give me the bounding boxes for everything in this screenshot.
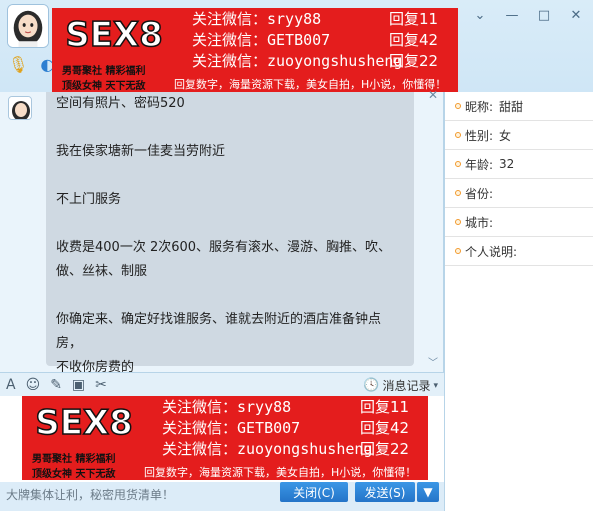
message-bubble: 空间有照片、密码520 我在侯家塘新一佳麦当劳附近 不上门服务 收费是400一次… [46, 92, 414, 375]
banner-line: 关注微信：zuoyongshusheng [162, 440, 373, 458]
banner-line: 关注微信：sryy88 [162, 398, 292, 416]
window-controls: ⌄ — □ ✕ [471, 6, 585, 24]
message-line: 我在侯家塘新一佳麦当劳附近 [56, 144, 226, 159]
profile-value: 32 [499, 157, 515, 171]
banner-replies: 回复11 回复42 回复22 [389, 9, 438, 72]
close-button[interactable]: ✕ [567, 6, 585, 24]
bullet-icon [455, 103, 461, 109]
profile-panel: 昵称: 甜甜 性别: 女 年龄: 32 省份: 城市: 个人说明: [444, 92, 593, 511]
message-line: 空间有照片、密码520 [56, 96, 185, 111]
banner-logo-sub: 男哥聚社 精彩福利 顶级女神 天下无敌 [62, 62, 145, 92]
banner-reply: 回复11 [360, 398, 410, 416]
top-tools: 🎙 ◐ [8, 55, 54, 74]
bullet-icon [455, 132, 461, 138]
message-line [56, 164, 404, 188]
banner-logo: SEX8 [60, 12, 168, 56]
chat-history[interactable]: 空间有照片、密码520 我在侯家塘新一佳麦当劳附近 不上门服务 收费是400一次… [0, 88, 444, 375]
logo-sub-4: 天下无敌 [105, 81, 146, 92]
maximize-button[interactable]: □ [535, 6, 553, 24]
logo-sub-3: 顶级女神 [32, 469, 72, 480]
profile-row-bio: 个人说明: [445, 237, 593, 266]
banner-replies: 回复11 回复42 回复22 [360, 397, 409, 460]
emoji-icon[interactable]: ☺ [26, 377, 41, 393]
profile-row-province: 省份: [445, 179, 593, 208]
message-line [56, 212, 404, 236]
message-line: 你确定来、确定好找谁服务、谁就去附近的酒店准备钟点房， [56, 312, 382, 351]
banner-line: 关注微信：GETB007 [192, 31, 331, 49]
edit-icon[interactable]: ✎ [50, 377, 62, 393]
profile-row-gender: 性别: 女 [445, 121, 593, 150]
image-icon[interactable]: ▣ [72, 377, 85, 393]
send-options-button[interactable]: ▼ [417, 482, 439, 502]
banner-lines: 关注微信：sryy88 关注微信：GETB007 关注微信：zuoyongshu… [162, 397, 372, 460]
logo-sub-2: 精彩福利 [75, 454, 116, 465]
banner-reply: 回复22 [389, 52, 439, 70]
message-log-label: 消息记录 [382, 379, 431, 393]
logo-sub-2: 精彩福利 [105, 66, 146, 77]
profile-label: 性别: [465, 128, 494, 143]
profile-label: 个人说明: [465, 244, 518, 259]
banner-logo: SEX8 [30, 400, 138, 444]
profile-label: 省份: [465, 186, 494, 201]
sender-avatar [8, 96, 32, 120]
bullet-icon [455, 219, 461, 225]
pin-icon[interactable]: ⌄ [471, 6, 489, 24]
message-log-button[interactable]: 🕓 消息记录 ▾ [363, 377, 438, 394]
clock-icon: 🕓 [363, 378, 380, 393]
message-line: 收费是400一次 2次600、服务有滚水、漫游、胸推、吹、 [56, 240, 392, 255]
chevron-down-icon: ▾ [433, 380, 438, 391]
font-icon[interactable]: A [6, 377, 16, 393]
message-line: 做、丝袜、制服 [56, 264, 148, 279]
avatar-illustration [8, 5, 48, 47]
logo-sub-1: 男哥聚社 [62, 66, 102, 77]
message-line [56, 116, 404, 140]
message-line: 不上门服务 [56, 192, 122, 207]
close-chat-button[interactable]: 关闭(C) [280, 482, 348, 502]
banner-lines: 关注微信：sryy88 关注微信：GETB007 关注微信：zuoyongshu… [192, 9, 402, 72]
profile-label: 昵称: [465, 99, 494, 114]
logo-sub-3: 顶级女神 [62, 81, 102, 92]
minimize-button[interactable]: — [503, 6, 521, 24]
profile-label: 城市: [465, 215, 494, 230]
collapse-icon[interactable]: ✕ [428, 88, 438, 102]
message-line [56, 284, 404, 308]
banner-line: 关注微信：GETB007 [162, 419, 301, 437]
banner-logo-text: SEX8 [35, 403, 133, 442]
banner-footer: 回复数字，海量资源下载，美女自拍，H小说，你懂得！ [174, 78, 447, 91]
banner-footer: 回复数字，海量资源下载，美女自拍，H小说，你懂得！ [144, 466, 417, 479]
banner-logo-text: SEX8 [65, 15, 163, 54]
banner-line: 关注微信：zuoyongshusheng [192, 52, 403, 70]
banner-reply: 回复42 [389, 31, 439, 49]
bullet-icon [455, 161, 461, 167]
banner-line: 关注微信：sryy88 [192, 10, 322, 28]
input-toolbar: A ☺ ✎ ▣ ✂ 🕓 消息记录 ▾ [0, 372, 444, 396]
ad-banner-top[interactable]: SEX8 男哥聚社 精彩福利 顶级女神 天下无敌 关注微信：sryy88 关注微… [52, 8, 458, 92]
profile-value: 女 [499, 128, 512, 143]
scroll-down-icon[interactable]: ﹀ [428, 354, 438, 369]
banner-reply: 回复11 [389, 10, 439, 28]
profile-row-city: 城市: [445, 208, 593, 237]
profile-value: 甜甜 [499, 99, 524, 114]
logo-sub-1: 男哥聚社 [32, 454, 72, 465]
banner-reply: 回复22 [360, 440, 410, 458]
contact-avatar[interactable] [7, 4, 49, 48]
profile-row-age: 年龄: 32 [445, 150, 593, 179]
bullet-icon [455, 190, 461, 196]
banner-logo-sub: 男哥聚社 精彩福利 顶级女神 天下无敌 [32, 450, 115, 480]
profile-label: 年龄: [465, 157, 494, 172]
banner-reply: 回复42 [360, 419, 410, 437]
promo-tip[interactable]: 大牌集体让利，秘密甩货清单！ [6, 486, 174, 503]
bottom-bar: 大牌集体让利，秘密甩货清单！ 关闭(C) 发送(S) ▼ [0, 482, 444, 511]
profile-row-nickname: 昵称: 甜甜 [445, 92, 593, 121]
screenshot-icon[interactable]: ✂ [95, 377, 107, 393]
microphone-icon[interactable]: 🎙 [8, 55, 28, 74]
send-button[interactable]: 发送(S) [355, 482, 415, 502]
bullet-icon [455, 248, 461, 254]
logo-sub-4: 天下无敌 [75, 469, 116, 480]
ad-banner-bottom[interactable]: SEX8 男哥聚社 精彩福利 顶级女神 天下无敌 关注微信：sryy88 关注微… [22, 396, 428, 480]
